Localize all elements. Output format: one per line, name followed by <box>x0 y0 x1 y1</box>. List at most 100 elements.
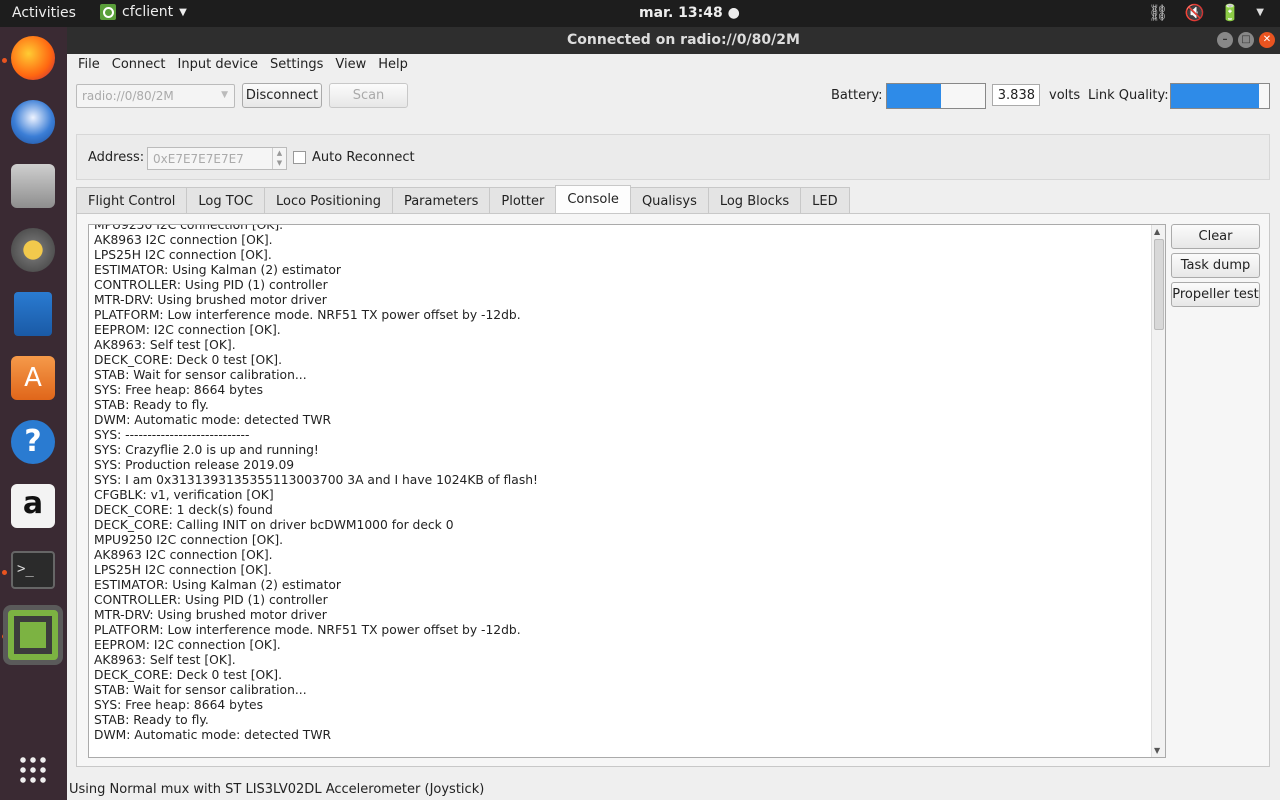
tab-log-blocks[interactable]: Log Blocks <box>707 187 802 213</box>
volts-label: volts <box>1049 88 1081 103</box>
amazon-icon[interactable]: a <box>8 481 58 531</box>
scan-button[interactable]: Scan <box>329 83 408 108</box>
cfclient-window: Connected on radio://0/80/2M – □ ✕ File … <box>67 27 1280 800</box>
task-dump-button[interactable]: Task dump <box>1171 253 1260 278</box>
console-line: MPU9250 I2C connection [OK]. <box>94 533 284 547</box>
menu-settings[interactable]: Settings <box>264 54 329 78</box>
help-icon[interactable]: ? <box>8 417 58 467</box>
tab-log-toc[interactable]: Log TOC <box>186 187 266 213</box>
interface-uri-value: radio://0/80/2M <box>82 89 174 103</box>
software-icon[interactable]: A <box>8 353 58 403</box>
battery-volts-field: 3.838 <box>992 84 1040 106</box>
console-output[interactable]: MPU9250 I2C connection [OK]. AK8963 I2C c… <box>88 224 1166 758</box>
menu-view[interactable]: View <box>329 54 372 78</box>
address-label: Address: <box>88 150 145 165</box>
menu-bar: File Connect Input device Settings View … <box>67 54 1280 78</box>
terminal-icon[interactable]: >_ <box>8 545 58 595</box>
auto-reconnect-label[interactable]: Auto Reconnect <box>312 150 415 165</box>
scrollbar-thumb[interactable] <box>1154 239 1164 330</box>
address-spinner[interactable]: ▲ ▼ <box>272 148 286 169</box>
console-line: AK8963: Self test [OK]. <box>94 653 236 667</box>
chevron-down-icon: ▼ <box>179 6 187 18</box>
console-line: DWM: Automatic mode: detected TWR <box>94 413 332 427</box>
firefox-icon[interactable] <box>8 33 58 83</box>
console-line: DECK_CORE: Deck 0 test [OK]. <box>94 668 282 682</box>
scroll-down-icon[interactable]: ▼ <box>1154 746 1160 755</box>
menu-help[interactable]: Help <box>372 54 414 78</box>
maximize-button[interactable]: □ <box>1238 32 1254 48</box>
disconnect-button[interactable]: Disconnect <box>242 83 322 108</box>
console-line: STAB: Ready to fly. <box>94 713 209 727</box>
console-line: STAB: Wait for sensor calibration... <box>94 683 307 697</box>
console-line: CONTROLLER: Using PID (1) controller <box>94 278 328 292</box>
chevron-down-icon: ▼ <box>221 90 228 100</box>
auto-reconnect-checkbox[interactable] <box>293 151 306 164</box>
rhythmbox-icon[interactable] <box>8 225 58 275</box>
console-line: AK8963: Self test [OK]. <box>94 338 236 352</box>
console-lines: MPU9250 I2C connection [OK]. AK8963 I2C c… <box>94 225 538 743</box>
system-tray[interactable]: ⛓ 🔇 🔋 ▼ <box>1148 3 1264 22</box>
clock[interactable]: mar. 13:48 ● <box>639 5 740 21</box>
running-indicator <box>2 58 7 63</box>
dock: A ? a >_ <box>0 27 67 800</box>
clock-label: mar. 13:48 <box>639 5 723 21</box>
console-line: EEPROM: I2C connection [OK]. <box>94 323 281 337</box>
cfclient-icon[interactable] <box>3 605 63 665</box>
propeller-test-button[interactable]: Propeller test <box>1171 282 1260 307</box>
tab-plotter[interactable]: Plotter <box>489 187 557 213</box>
console-line: SYS: Free heap: 8664 bytes <box>94 383 264 397</box>
running-indicator <box>2 570 7 575</box>
battery-bar <box>886 83 986 109</box>
menu-connect[interactable]: Connect <box>106 54 172 78</box>
console-line: AK8963 I2C connection [OK]. <box>94 548 273 562</box>
writer-icon[interactable] <box>8 289 58 339</box>
activities-button[interactable]: Activities <box>12 5 76 21</box>
link-quality-bar <box>1170 83 1270 109</box>
chevron-down-icon[interactable]: ▼ <box>1256 3 1264 22</box>
console-line: MTR-DRV: Using brushed motor driver <box>94 293 327 307</box>
files-icon[interactable] <box>8 161 58 211</box>
console-line: PLATFORM: Low interference mode. NRF51 T… <box>94 623 521 637</box>
tab-console[interactable]: Console <box>555 185 631 213</box>
volume-muted-icon[interactable]: 🔇 <box>1184 3 1204 22</box>
tab-led[interactable]: LED <box>800 187 850 213</box>
tab-loco-positioning[interactable]: Loco Positioning <box>264 187 393 213</box>
console-scrollbar[interactable]: ▲ ▼ <box>1151 225 1165 757</box>
address-field[interactable]: 0xE7E7E7E7E7 ▲ ▼ <box>147 147 287 170</box>
minimize-button[interactable]: – <box>1217 32 1233 48</box>
address-group: Address: 0xE7E7E7E7E7 ▲ ▼ Auto Reconnect <box>76 134 1270 180</box>
apps-grid-icon[interactable] <box>8 745 58 795</box>
console-line: ESTIMATOR: Using Kalman (2) estimator <box>94 578 341 592</box>
console-line: STAB: Wait for sensor calibration... <box>94 368 307 382</box>
toolbar: radio://0/80/2M ▼ Disconnect Scan Batter… <box>67 78 1280 116</box>
console-line: EEPROM: I2C connection [OK]. <box>94 638 281 652</box>
network-icon[interactable]: ⛓ <box>1148 3 1168 22</box>
console-line: CONTROLLER: Using PID (1) controller <box>94 593 328 607</box>
console-line: DECK_CORE: Deck 0 test [OK]. <box>94 353 282 367</box>
tab-qualisys[interactable]: Qualisys <box>629 187 709 213</box>
tab-parameters[interactable]: Parameters <box>391 187 491 213</box>
status-bar: Using Normal mux with ST LIS3LV02DL Acce… <box>67 780 1280 800</box>
console-line: DECK_CORE: 1 deck(s) found <box>94 503 273 517</box>
battery-icon[interactable]: 🔋 <box>1220 3 1240 22</box>
console-line: SYS: Free heap: 8664 bytes <box>94 698 264 712</box>
console-line: AK8963 I2C connection [OK]. <box>94 233 273 247</box>
battery-label: Battery: <box>831 88 883 103</box>
menu-file[interactable]: File <box>72 54 106 78</box>
menu-input-device[interactable]: Input device <box>172 54 265 78</box>
console-line: SYS: ---------------------------- <box>94 428 250 442</box>
close-button[interactable]: ✕ <box>1259 32 1275 48</box>
thunderbird-icon[interactable] <box>8 97 58 147</box>
scroll-up-icon[interactable]: ▲ <box>1154 227 1160 236</box>
console-line: DWM: Automatic mode: detected TWR <box>94 728 332 742</box>
tab-flight-control[interactable]: Flight Control <box>76 187 188 213</box>
title-bar[interactable]: Connected on radio://0/80/2M – □ ✕ <box>67 27 1280 54</box>
console-line: ESTIMATOR: Using Kalman (2) estimator <box>94 263 341 277</box>
clear-button[interactable]: Clear <box>1171 224 1260 249</box>
battery-bar-fill <box>887 84 941 108</box>
cfclient-app-icon <box>100 4 116 20</box>
console-line: DECK_CORE: Calling INIT on driver bcDWM1… <box>94 518 454 532</box>
app-menu[interactable]: cfclient ▼ <box>100 4 187 20</box>
interface-uri-select[interactable]: radio://0/80/2M ▼ <box>76 84 235 108</box>
link-quality-bar-fill <box>1171 84 1260 108</box>
